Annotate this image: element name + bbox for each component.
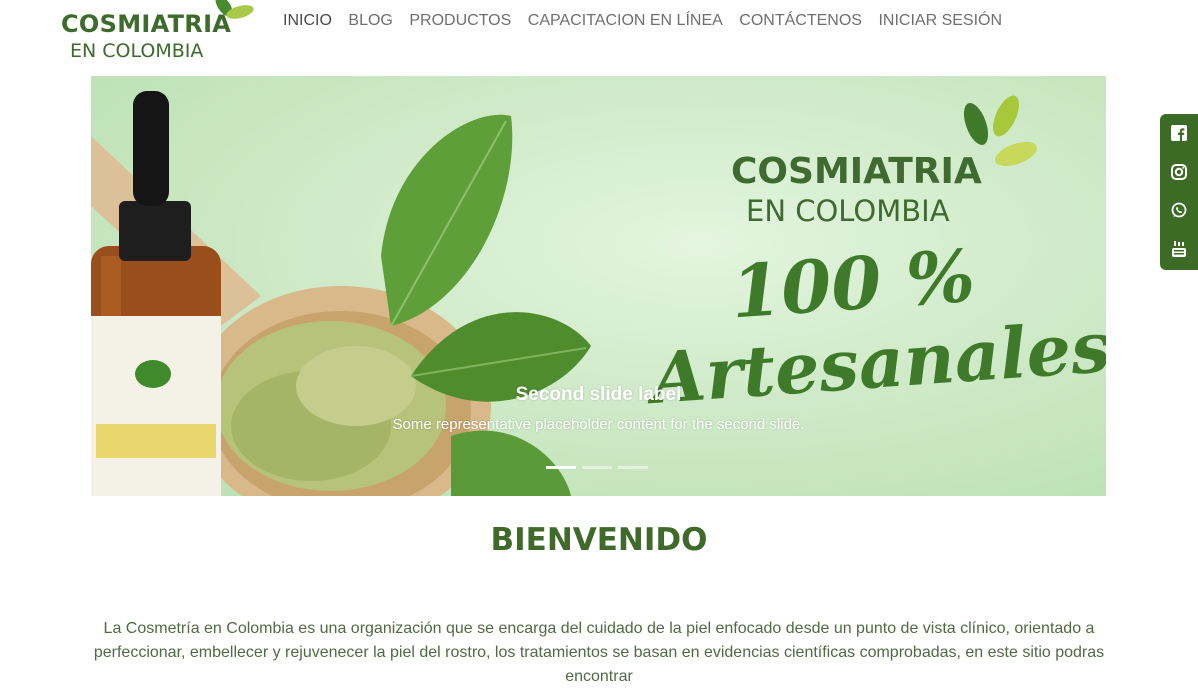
slide-caption-title: Second slide label xyxy=(515,384,682,405)
slide-caption-text: Some representative placeholder content … xyxy=(392,416,805,433)
carousel-indicators xyxy=(546,466,648,469)
slide-caption: Second slide label Some representative p… xyxy=(91,384,1106,433)
site-logo[interactable]: COSMIATRIA EN COLOMBIA xyxy=(58,0,258,66)
welcome-text: La Cosmetría en Colombia es una organiza… xyxy=(93,620,1105,685)
nav-item-productos[interactable]: PRODUCTOS xyxy=(409,12,511,30)
nav-item-inicio[interactable]: INICIO xyxy=(283,12,332,30)
whatsapp-icon[interactable] xyxy=(1171,202,1187,218)
hero-carousel[interactable]: COSMIATRIA EN COLOMBIA 100 % Artesanales… xyxy=(91,76,1106,496)
nav-item-iniciar-sesion[interactable]: INICIAR SESIÓN xyxy=(878,12,1002,30)
nav-item-capacitacion[interactable]: CAPACITACION EN LÍNEA xyxy=(528,12,723,30)
logo-subtitle: EN COLOMBIA xyxy=(70,40,204,62)
carousel-indicator-2[interactable] xyxy=(582,466,612,469)
facebook-icon[interactable] xyxy=(1171,125,1187,141)
slide-brand-subtitle: EN COLOMBIA xyxy=(746,194,950,228)
social-sidebar xyxy=(1160,114,1198,270)
nav-item-contactenos[interactable]: CONTÁCTENOS xyxy=(739,12,862,30)
nav-item-blog[interactable]: BLOG xyxy=(348,12,392,30)
carousel-indicator-1[interactable] xyxy=(546,466,576,469)
main-nav: INICIO BLOG PRODUCTOS CAPACITACION EN LÍ… xyxy=(283,12,1019,30)
welcome-title: BIENVENIDO xyxy=(490,522,708,558)
youtube-icon[interactable] xyxy=(1171,241,1187,257)
logo-title: COSMIATRIA xyxy=(61,10,232,38)
carousel-indicator-3[interactable] xyxy=(618,466,648,469)
slide-brand-title: COSMIATRIA xyxy=(731,151,982,192)
site-header: COSMIATRIA EN COLOMBIA INICIO BLOG PRODU… xyxy=(0,0,1198,72)
leaf-icon xyxy=(215,0,254,19)
instagram-icon[interactable] xyxy=(1171,164,1187,180)
